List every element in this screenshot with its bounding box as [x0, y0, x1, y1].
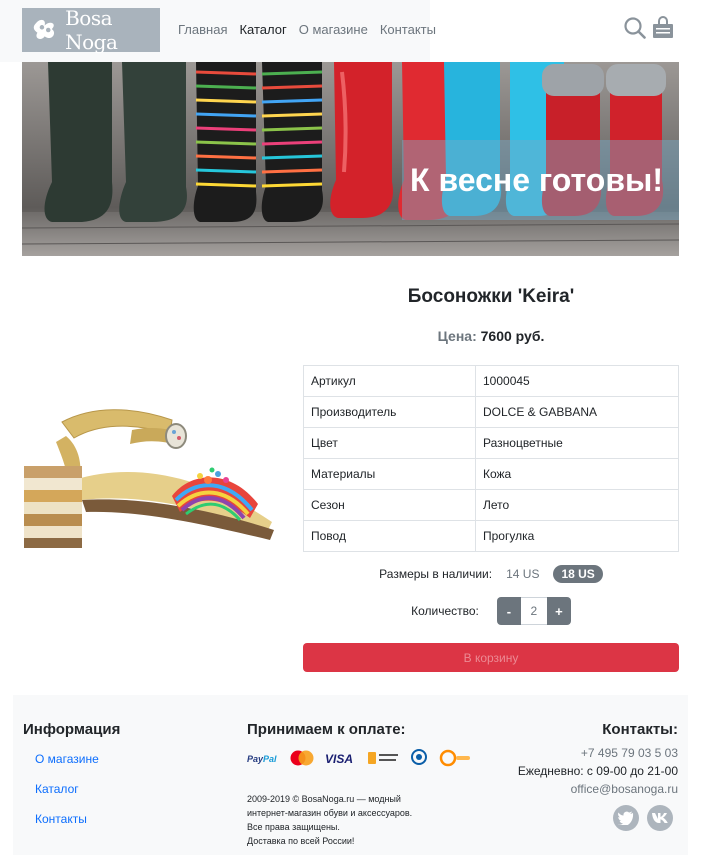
spec-key: Цвет — [303, 427, 476, 459]
product-price: Цена: 7600 руб. — [303, 328, 679, 344]
product-specs-table: Артикул 1000045 Производитель DOLCE & GA… — [303, 365, 679, 552]
spec-value: 1000045 — [475, 365, 679, 397]
nav-item-contacts[interactable]: Контакты — [380, 22, 436, 37]
mastercard-icon — [290, 750, 314, 766]
payment-heading: Принимаем к оплате: — [247, 721, 406, 738]
product-title: Босоножки 'Keira' — [407, 286, 575, 307]
spec-value: Разноцветные — [475, 427, 679, 459]
vk-icon[interactable] — [647, 805, 673, 831]
site-logo[interactable]: Bosa Noga — [22, 6, 160, 54]
twitter-bird-icon — [618, 811, 634, 825]
site-header: Bosa Noga Главная Каталог О магазине Кон… — [0, 0, 708, 62]
size-option-18-selected[interactable]: 18 US — [553, 565, 603, 583]
logo-text: Bosa Noga — [65, 6, 118, 54]
quantity-input[interactable] — [520, 597, 547, 625]
spec-value: Лето — [475, 489, 679, 521]
nav-item-about[interactable]: О магазине — [299, 22, 368, 37]
size-option-14[interactable]: 14 US — [506, 567, 539, 581]
site-footer: Информация О магазине Каталог Контакты П… — [13, 695, 688, 855]
copyright-line: Все права защищены. — [247, 822, 340, 832]
nav-item-home[interactable]: Главная — [178, 22, 227, 37]
table-row: Материалы Кожа — [303, 458, 679, 490]
copyright-text: 2009-2019 © BosaNoga.ru — модный интерне… — [247, 792, 447, 848]
promo-banner[interactable]: К весне готовы! — [22, 62, 679, 256]
info-heading: Информация — [23, 721, 121, 738]
sizes-selector: Размеры в наличии: 14 US 18 US — [303, 565, 679, 583]
nav-item-catalog[interactable]: Каталог — [239, 22, 286, 37]
contact-phone[interactable]: +7 495 79 03 5 03 — [581, 746, 678, 760]
spec-value: Прогулка — [475, 520, 679, 552]
add-to-cart-button[interactable]: В корзину — [303, 643, 679, 672]
footer-link-contacts[interactable]: Контакты — [35, 812, 87, 826]
footer-link-about[interactable]: О магазине — [35, 752, 99, 766]
table-row: Цвет Разноцветные — [303, 427, 679, 459]
svg-text:Pal: Pal — [263, 754, 277, 764]
vk-logo-icon — [652, 813, 668, 823]
product-image — [24, 409, 274, 548]
webmoney-icon — [411, 749, 427, 765]
heel-block — [24, 466, 82, 548]
payment-methods: Pay Pal VISA — [247, 748, 471, 768]
table-row: Сезон Лето — [303, 489, 679, 521]
quantity-increase-button[interactable]: + — [546, 597, 571, 625]
paypal-icon: Pay Pal — [247, 754, 277, 764]
quantity-label: Количество: — [411, 604, 479, 618]
table-row: Артикул 1000045 — [303, 365, 679, 397]
contact-hours: Ежедневно: с 09-00 до 21-00 — [517, 764, 678, 778]
banner-caption: К весне готовы! — [402, 140, 679, 220]
visa-icon: VISA — [325, 752, 353, 765]
spec-value: DOLCE & GABBANA — [475, 396, 679, 428]
copyright-line: интернет-магазин обуви и аксессуаров. — [247, 808, 413, 818]
table-row: Повод Прогулка — [303, 520, 679, 552]
quantity-decrease-button[interactable]: - — [496, 597, 521, 625]
table-row: Производитель DOLCE & GABBANA — [303, 396, 679, 428]
spec-key: Повод — [303, 520, 476, 552]
sizes-label: Размеры в наличии: — [379, 567, 493, 581]
spec-key: Сезон — [303, 489, 476, 521]
search-icon[interactable] — [624, 16, 646, 40]
spec-key: Материалы — [303, 458, 476, 490]
spec-key: Артикул — [303, 365, 476, 397]
spec-value: Кожа — [475, 458, 679, 490]
cart-icon[interactable] — [651, 16, 675, 40]
spec-key: Производитель — [303, 396, 476, 428]
contact-email[interactable]: office@bosanoga.ru — [571, 782, 678, 796]
svg-text:Pay: Pay — [247, 754, 264, 764]
price-label: Цена: — [437, 328, 477, 344]
main-nav: Главная Каталог О магазине Контакты — [178, 22, 436, 37]
copyright-line: Доставка по всей России! — [247, 836, 355, 846]
yandex-money-icon — [368, 752, 398, 764]
logo-mark-icon — [33, 19, 55, 40]
twitter-icon[interactable] — [613, 805, 639, 831]
svg-text:VISA: VISA — [325, 752, 353, 765]
footer-link-catalog[interactable]: Каталог — [35, 782, 79, 796]
quantity-control: Количество: - + — [303, 597, 679, 625]
qiwi-icon — [439, 749, 470, 767]
contacts-heading: Контакты: — [602, 721, 678, 738]
price-value: 7600 руб. — [480, 328, 545, 344]
copyright-line: 2009-2019 © BosaNoga.ru — модный — [247, 794, 401, 804]
